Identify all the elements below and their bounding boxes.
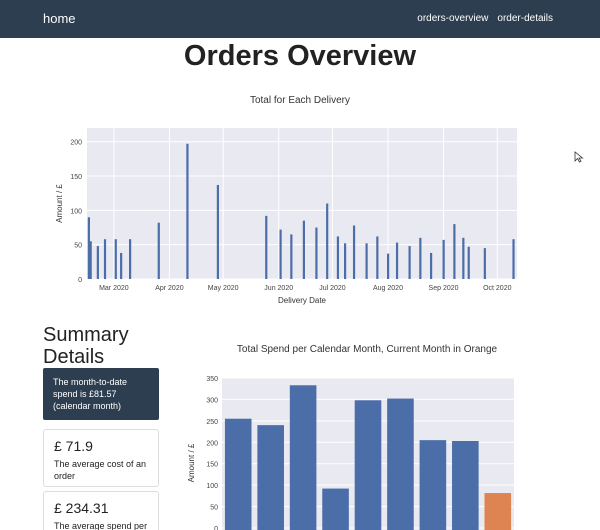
chart1-xlabel: Delivery Date — [278, 296, 327, 305]
chart1-bar — [114, 239, 117, 279]
chart2-bar — [224, 418, 252, 530]
home-link[interactable]: home — [43, 11, 76, 26]
chart2-bar — [387, 398, 414, 530]
month-to-date-card: The month-to-date spend is £81.57 (calen… — [43, 368, 159, 420]
chart1-xtick-label: Jul 2020 — [319, 285, 346, 292]
chart1-bar — [483, 248, 486, 279]
average-order-label: The average cost of an order — [54, 459, 147, 481]
average-spend-card: £ 234.31 The average spend per — [43, 491, 159, 530]
chart1-ytick-label: 100 — [70, 208, 82, 215]
chart1-bar — [120, 252, 123, 279]
chart1-bar — [186, 143, 189, 279]
chart1-ytick-label: 50 — [74, 243, 82, 250]
chart1-bar — [326, 203, 329, 279]
chart1-xtick-label: Mar 2020 — [99, 285, 129, 292]
chart1-ylabel: Amount / £ — [55, 184, 64, 223]
chart2-bar — [452, 441, 479, 530]
chart2-ytick-label: 150 — [206, 462, 218, 469]
chart1-bar — [265, 215, 268, 279]
monthly-spend-chart: Total Spend per Calendar Month, Current … — [187, 344, 514, 530]
delivery-total-chart: Total for Each Delivery 0 50 100 150 200 Mar 2… — [55, 95, 517, 305]
chart1-xtick-label: Aug 2020 — [373, 285, 403, 292]
chart1-bar — [419, 237, 422, 279]
chart1-bar — [430, 252, 433, 279]
chart2-ytick-label: 100 — [206, 483, 218, 490]
chart1-bar — [279, 229, 282, 279]
chart2-bar — [322, 488, 349, 530]
chart1-ytick-label: 0 — [78, 277, 82, 284]
chart1-ytick-label: 150 — [70, 174, 82, 181]
chart2-ylabel: Amount / £ — [187, 443, 196, 482]
average-spend-value: £ 234.31 — [54, 500, 109, 516]
chart1-bar — [512, 239, 515, 279]
chart2-title: Total Spend per Calendar Month, Current … — [237, 344, 498, 355]
chart1-bar — [89, 241, 92, 279]
chart1-bar — [336, 236, 340, 279]
chart1-xtick-label: Jun 2020 — [264, 285, 293, 292]
chart1-bar — [344, 243, 347, 279]
chart1-bar — [129, 239, 132, 279]
mouse-cursor-icon — [574, 151, 584, 163]
chart1-bar — [376, 236, 379, 279]
chart1-bar — [453, 224, 456, 279]
chart1-bar — [395, 242, 399, 279]
average-spend-label: The average spend per — [54, 521, 148, 530]
chart2-ytick-label: 0 — [214, 526, 218, 530]
chart2-ytick-label: 300 — [206, 397, 218, 404]
chart2-bar — [419, 440, 447, 530]
chart2-ytick-label: 200 — [206, 440, 218, 447]
chart1-bar — [302, 220, 305, 279]
chart1-bar — [96, 246, 99, 279]
chart1-bar — [462, 237, 465, 279]
summary-heading: Summary Details — [43, 324, 129, 368]
chart1-xtick-label: May 2020 — [208, 285, 239, 292]
chart1-bar — [467, 246, 470, 279]
chart1-xtick-label: Sep 2020 — [429, 285, 459, 292]
chart1-xtick-label: Apr 2020 — [155, 285, 184, 292]
chart1-bar — [352, 225, 356, 279]
navbar: home orders-overview order-details — [0, 0, 600, 38]
chart1-bar — [157, 222, 160, 279]
chart1-bar — [290, 234, 293, 279]
chart1-bar — [365, 243, 368, 279]
chart1-bar — [408, 246, 411, 279]
chart1-bar — [103, 239, 107, 279]
chart2-ytick-label: 50 — [210, 505, 218, 512]
nav-link-orders-overview[interactable]: orders-overview — [417, 13, 488, 24]
chart1-bar — [216, 184, 219, 279]
chart1-ytick-label: 200 — [70, 140, 82, 147]
chart2-ytick-label: 350 — [206, 376, 218, 383]
nav-links: orders-overview order-details — [417, 13, 553, 24]
chart1-xtick-label: Oct 2020 — [483, 285, 512, 292]
chart2-bar — [354, 400, 382, 530]
chart1-bar — [315, 227, 318, 279]
chart1-title: Total for Each Delivery — [250, 95, 350, 106]
average-order-card: £ 71.9 The average cost of an order — [43, 429, 159, 487]
chart2-bar — [484, 493, 512, 530]
page-title: Orders Overview — [183, 40, 417, 72]
chart1-bar — [442, 239, 445, 279]
chart2-bar — [289, 385, 317, 530]
average-order-value: £ 71.9 — [54, 438, 93, 454]
nav-link-order-details[interactable]: order-details — [497, 13, 553, 24]
chart2-ytick-label: 250 — [206, 419, 218, 426]
chart1-bar — [387, 253, 390, 279]
chart2-bar — [257, 425, 284, 530]
chart1-plot-area — [87, 128, 517, 279]
